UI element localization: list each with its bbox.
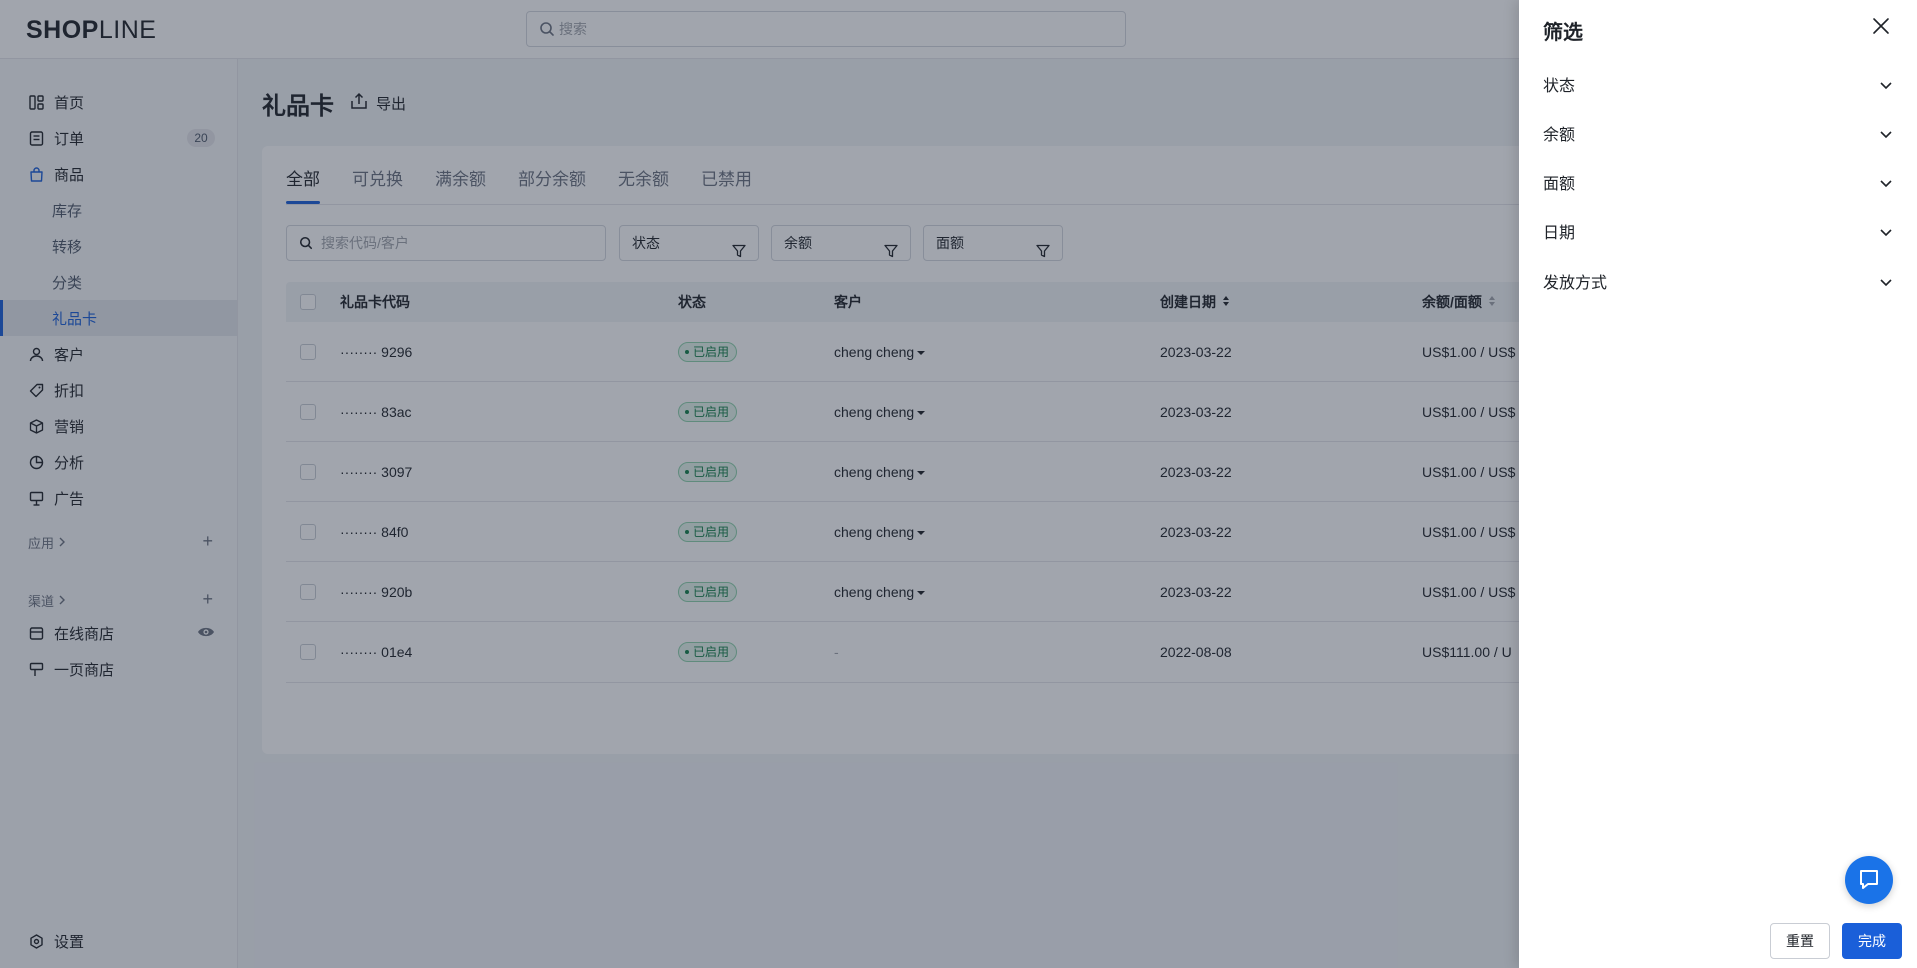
modal-backdrop[interactable] bbox=[0, 0, 1519, 968]
chevron-down-icon bbox=[1879, 275, 1893, 293]
close-icon[interactable] bbox=[1872, 17, 1890, 38]
reset-button[interactable]: 重置 bbox=[1770, 923, 1830, 959]
filter-drawer: 筛选 状态 余额 面额 日期 发放方式 重置 完成 bbox=[1519, 0, 1917, 968]
filter-section-label: 发放方式 bbox=[1543, 275, 1608, 292]
filter-section-label: 余额 bbox=[1543, 127, 1576, 144]
chevron-down-icon bbox=[1879, 176, 1893, 194]
filter-section-label: 日期 bbox=[1543, 225, 1576, 242]
chat-support-button[interactable] bbox=[1845, 856, 1893, 904]
filter-section-date[interactable]: 日期 bbox=[1543, 211, 1893, 251]
chevron-down-icon bbox=[1879, 78, 1893, 96]
chevron-down-icon bbox=[1879, 127, 1893, 145]
filter-section-status[interactable]: 状态 bbox=[1543, 64, 1893, 104]
chevron-down-icon bbox=[1879, 225, 1893, 243]
filter-section-issue-method[interactable]: 发放方式 bbox=[1543, 261, 1893, 301]
chat-icon bbox=[1858, 868, 1880, 893]
filter-section-label: 状态 bbox=[1543, 78, 1576, 95]
filter-section-label: 面额 bbox=[1543, 176, 1576, 193]
filter-section-face-value[interactable]: 面额 bbox=[1543, 162, 1893, 202]
filter-section-balance[interactable]: 余额 bbox=[1543, 113, 1893, 153]
drawer-title: 筛选 bbox=[1543, 22, 1583, 44]
done-button[interactable]: 完成 bbox=[1842, 923, 1902, 959]
